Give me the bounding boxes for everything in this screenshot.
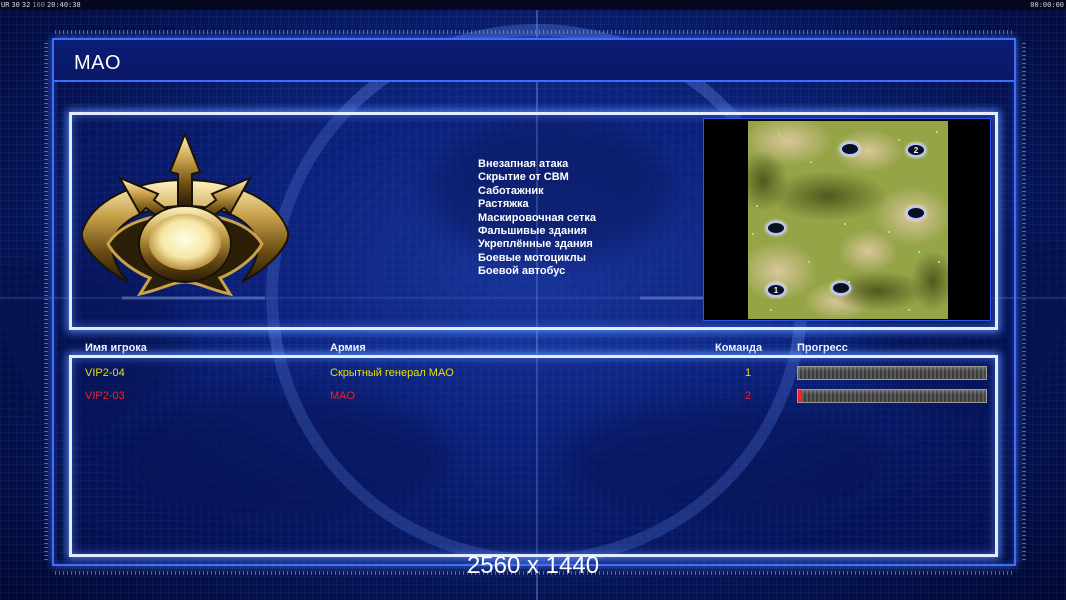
game-rules-list: Внезапная атака Скрытие от СВМ Саботажни…: [478, 158, 596, 279]
page-title: MAO: [74, 52, 122, 74]
player-army: MAO: [330, 390, 356, 402]
load-progress-bar: [797, 366, 987, 380]
status-bar: UR 30 32 160 20:40:38 00:00:00: [0, 0, 1066, 10]
rule-item: Растяжка: [478, 198, 529, 211]
top-ruler: [55, 30, 1015, 34]
title-bar: MAO: [54, 40, 1014, 82]
status-seg-4: 160: [32, 1, 45, 9]
player-team: 2: [745, 390, 752, 402]
left-ruler: [44, 40, 48, 560]
player-name: VIP2-03: [85, 390, 125, 402]
rule-item: Внезапная атака: [478, 158, 569, 170]
player-row: VIP2-04 Скрытный генерал MAO 1: [0, 364, 1066, 384]
rule-item: Фальшивые здания: [478, 225, 587, 238]
status-seg-3: 32: [21, 1, 31, 9]
start-position-marker: [906, 206, 926, 220]
start-position-marker: [766, 221, 786, 235]
start-position-marker: 1: [766, 283, 786, 297]
gla-emblem-icon: [80, 132, 290, 297]
status-timer: 00:00:00: [1030, 1, 1064, 9]
rule-item: Боевой автобус: [478, 265, 566, 278]
start-position-marker: 2: [906, 143, 926, 157]
rule-item: Боевые мотоциклы: [478, 251, 587, 264]
column-header-army: Армия: [330, 342, 366, 354]
player-team: 1: [745, 367, 752, 379]
player-name: VIP2-04: [85, 367, 125, 379]
status-clock: 20:40:38: [46, 1, 81, 9]
players-panel: [69, 355, 998, 557]
load-progress-bar: [797, 389, 987, 403]
start-position-marker: [840, 142, 860, 156]
column-header-progress: Прогресс: [797, 342, 848, 354]
rule-item: Саботажник: [478, 184, 544, 197]
rule-item: Скрытие от СВМ: [478, 171, 569, 184]
player-army: Скрытный генерал MAO: [330, 367, 454, 379]
column-header-team: Команда: [715, 342, 763, 354]
right-ruler: [1022, 40, 1026, 560]
column-header-player: Имя игрока: [85, 342, 147, 354]
map-preview: 2 1: [703, 118, 991, 321]
status-seg-1: UR: [1, 1, 10, 9]
status-seg-2: 30: [11, 1, 20, 9]
rule-item: Маскировочная сетка: [478, 211, 597, 224]
start-position-marker: [831, 281, 851, 295]
resolution-label: 2560 x 1440: [466, 552, 600, 579]
rule-item: Укреплённые здания: [478, 238, 593, 251]
progress-fill: [798, 390, 802, 402]
player-row: VIP2-03 MAO 2: [0, 387, 1066, 407]
